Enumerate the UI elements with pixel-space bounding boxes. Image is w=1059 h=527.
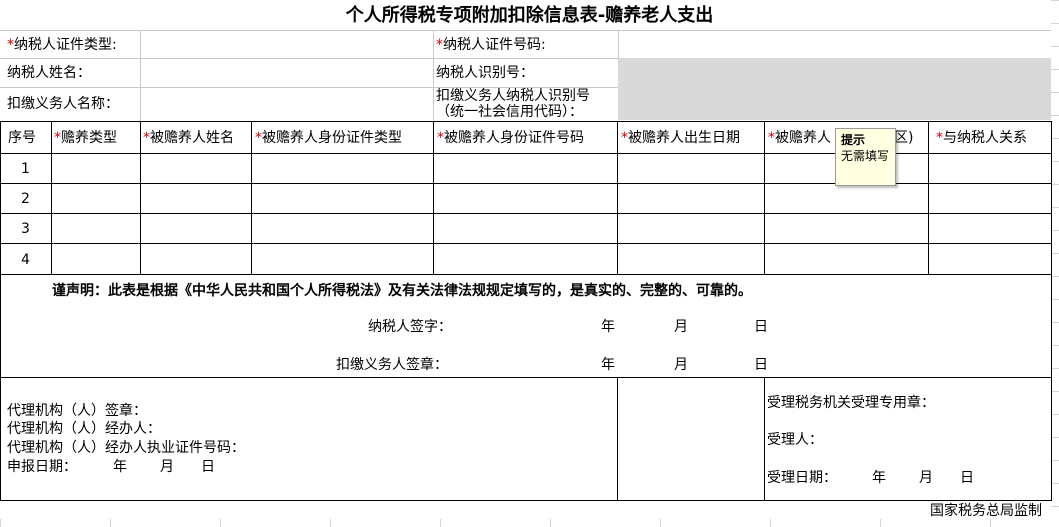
withholder-name-label: 扣缴义务人名称： <box>7 96 119 112</box>
taxpayer-id-type-input[interactable] <box>141 31 433 58</box>
cell-hint-tooltip: 提示 无需填写 <box>835 128 896 186</box>
col-header-dependent-name: *被赡养人姓名 <box>143 130 234 146</box>
taxpayer-tax-id-label: 纳税人识别号： <box>436 65 534 81</box>
acceptance-year-label: 年 <box>872 470 886 486</box>
withholder-sign-day-label: 日 <box>754 357 768 373</box>
withholder-sign-year-label: 年 <box>601 357 615 373</box>
taxpayer-name-input[interactable] <box>141 59 433 87</box>
report-day-label: 日 <box>201 459 215 475</box>
agent-handler-label: 代理机构（人）经办人： <box>7 421 161 437</box>
tooltip-title: 提示 <box>841 133 866 147</box>
taxpayer-sign-label: 纳税人签字： <box>368 319 452 335</box>
table-row-index: 2 <box>21 191 30 207</box>
acceptance-seal-label: 受理税务机关受理专用章： <box>767 395 935 411</box>
withholder-tax-id-label-line1: 扣缴义务人纳税人识别号 <box>436 88 590 104</box>
col-header-dependent-region: *被赡养人 <box>768 130 831 146</box>
table-row-index: 3 <box>21 221 30 237</box>
acceptance-date-label: 受理日期： <box>767 470 837 486</box>
acceptance-month-label: 月 <box>919 470 933 486</box>
withholder-sign-label: 扣缴义务人签章： <box>336 357 448 373</box>
sign-month-label: 月 <box>674 319 688 335</box>
taxpayer-name-label: 纳税人姓名： <box>7 65 91 81</box>
declaration-statement: 谨声明：此表是根据《中华人民共和国个人所得税法》及有关法律法规规定填写的，是真实… <box>52 283 752 299</box>
agent-seal-label: 代理机构（人）签章： <box>7 403 147 419</box>
col-header-support-type: *赡养类型 <box>54 130 117 146</box>
report-date-label: 申报日期： <box>7 459 77 475</box>
report-month-label: 月 <box>160 459 174 475</box>
acceptance-day-label: 日 <box>960 470 974 486</box>
form-title: 个人所得税专项附加扣除信息表-赡养老人支出 <box>345 5 714 26</box>
withholder-sign-month-label: 月 <box>674 357 688 373</box>
agent-license-label: 代理机构（人）经办人执业证件号码： <box>7 440 245 456</box>
col-header-index: 序号 <box>8 130 36 146</box>
sign-year-label: 年 <box>601 319 615 335</box>
sign-day-label: 日 <box>754 319 768 335</box>
col-header-dependent-id-number: *被赡养人身份证件号码 <box>437 130 584 146</box>
withholder-tax-id-label-line2: （统一社会信用代码）： <box>436 104 583 120</box>
table-row-index: 1 <box>21 161 30 177</box>
col-header-relationship: *与纳税人关系 <box>936 130 1027 146</box>
col-header-dependent-id-type: *被赡养人身份证件类型 <box>255 130 402 146</box>
taxpayer-id-number-label: *纳税人证件号码: <box>436 37 546 53</box>
shaded-tax-id-cell <box>618 58 1051 120</box>
tooltip-body: 无需填写 <box>841 149 890 163</box>
taxpayer-id-type-label: *纳税人证件类型: <box>7 37 117 53</box>
acceptance-handler-label: 受理人： <box>767 432 823 448</box>
supervisor-footer: 国家税务总局监制 <box>930 503 1042 519</box>
report-year-label: 年 <box>113 459 127 475</box>
table-row-index: 4 <box>21 252 30 268</box>
col-header-dependent-region-tail: 区) <box>894 130 914 146</box>
col-header-dependent-birth-date: *被赡养人出生日期 <box>621 130 740 146</box>
withholder-name-input[interactable] <box>141 88 433 121</box>
taxpayer-id-number-input[interactable] <box>619 31 1051 58</box>
